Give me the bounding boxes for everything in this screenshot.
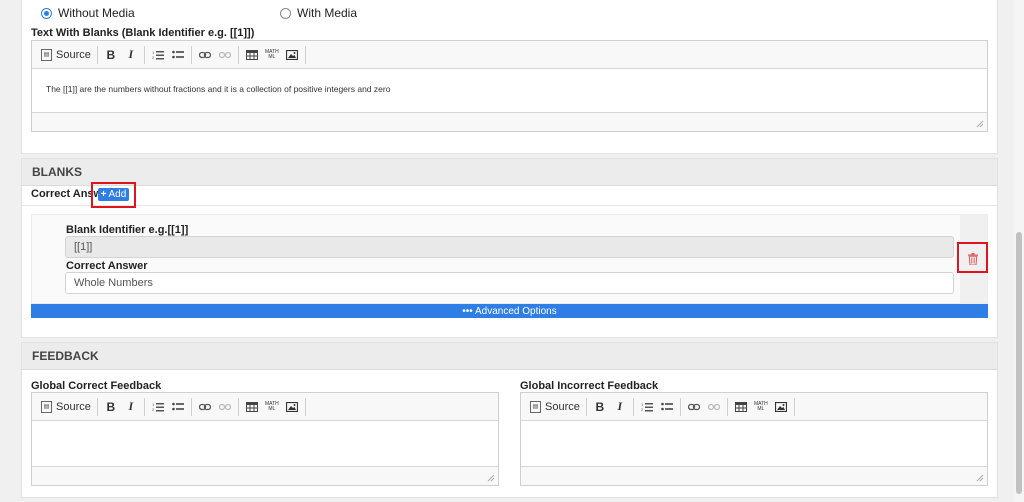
- radio-label: With Media: [297, 6, 358, 20]
- global-incorrect-feedback-editor[interactable]: ▤ Source B I 12 MATH ML: [520, 392, 988, 486]
- table-icon[interactable]: [734, 399, 748, 415]
- table-icon[interactable]: [245, 47, 259, 63]
- unlink-icon[interactable]: [707, 399, 721, 415]
- table-icon[interactable]: [245, 399, 259, 415]
- scrollbar-thumb[interactable]: [1016, 232, 1022, 494]
- source-button[interactable]: ▤ Source: [530, 399, 580, 415]
- bold-button[interactable]: B: [104, 399, 118, 415]
- radio-checked-icon[interactable]: [41, 7, 52, 19]
- editor-footer: [521, 466, 987, 485]
- link-icon[interactable]: [198, 399, 212, 415]
- source-icon: ▤: [41, 400, 52, 413]
- text-with-blanks-label: Text With Blanks (Blank Identifier e.g. …: [31, 27, 255, 39]
- numbered-list-icon[interactable]: 12: [151, 47, 165, 63]
- correct-answer-field-label: Correct Answer: [66, 260, 148, 272]
- source-button[interactable]: ▤ Source: [41, 47, 91, 63]
- image-icon[interactable]: [774, 399, 788, 415]
- editor-toolbar: ▤ Source B I 12 MATH ML: [32, 41, 987, 69]
- mathml-icon[interactable]: MATH ML: [265, 47, 279, 63]
- bulleted-list-icon[interactable]: [660, 399, 674, 415]
- bold-button[interactable]: B: [593, 399, 607, 415]
- correct-answer-input[interactable]: Whole Numbers: [65, 272, 954, 294]
- link-icon[interactable]: [198, 47, 212, 63]
- global-correct-feedback-editor[interactable]: ▤ Source B I 12 MATH ML: [31, 392, 499, 486]
- radio-label: Without Media: [58, 6, 135, 20]
- numbered-list-icon[interactable]: 12: [640, 399, 654, 415]
- source-icon: ▤: [530, 400, 541, 413]
- svg-text:2: 2: [641, 407, 644, 412]
- svg-text:2: 2: [152, 55, 155, 60]
- image-icon[interactable]: [285, 399, 299, 415]
- resize-grip-icon[interactable]: [976, 474, 984, 482]
- bulleted-list-icon[interactable]: [171, 399, 185, 415]
- blank-identifier-input[interactable]: [[1]]: [65, 236, 954, 258]
- editor-toolbar: ▤ Source B I 12 MATH ML: [521, 393, 987, 421]
- global-correct-feedback-label: Global Correct Feedback: [31, 380, 162, 392]
- radio-without-media[interactable]: Without Media: [41, 6, 135, 20]
- editor-footer: [32, 466, 498, 485]
- image-icon[interactable]: [285, 47, 299, 63]
- editor-content[interactable]: The [[1]] are the numbers without fracti…: [46, 84, 390, 94]
- resize-grip-icon[interactable]: [487, 474, 495, 482]
- radio-with-media[interactable]: With Media: [280, 6, 357, 20]
- italic-button[interactable]: I: [613, 399, 627, 415]
- advanced-options-button[interactable]: ••• Advanced Options: [31, 304, 988, 318]
- unlink-icon[interactable]: [218, 399, 232, 415]
- numbered-list-icon[interactable]: 12: [151, 399, 165, 415]
- bold-button[interactable]: B: [104, 47, 118, 63]
- italic-button[interactable]: I: [124, 399, 138, 415]
- mathml-icon[interactable]: MATH ML: [754, 399, 768, 415]
- italic-button[interactable]: I: [124, 47, 138, 63]
- link-icon[interactable]: [687, 399, 701, 415]
- mathml-icon[interactable]: MATH ML: [265, 399, 279, 415]
- unlink-icon[interactable]: [218, 47, 232, 63]
- radio-unchecked-icon[interactable]: [280, 7, 291, 19]
- add-highlight-box: [91, 182, 136, 208]
- source-icon: ▤: [41, 48, 52, 61]
- blanks-header: BLANKS: [22, 159, 997, 186]
- blank-identifier-label: Blank Identifier e.g.[[1]]: [66, 224, 189, 236]
- svg-text:2: 2: [152, 407, 155, 412]
- bulleted-list-icon[interactable]: [171, 47, 185, 63]
- resize-grip-icon[interactable]: [976, 120, 984, 128]
- feedback-header: FEEDBACK: [22, 343, 997, 370]
- source-button[interactable]: ▤ Source: [41, 399, 91, 415]
- text-with-blanks-editor[interactable]: ▤ Source B I 12 MATH ML The [[1]] are th…: [31, 40, 988, 132]
- global-incorrect-feedback-label: Global Incorrect Feedback: [520, 380, 659, 392]
- delete-highlight-box: [957, 242, 988, 273]
- editor-toolbar: ▤ Source B I 12 MATH ML: [32, 393, 498, 421]
- editor-footer: [32, 112, 987, 131]
